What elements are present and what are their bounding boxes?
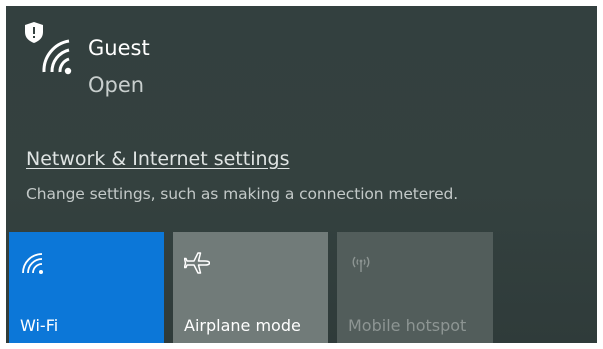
- network-settings-link[interactable]: Network & Internet settings: [26, 148, 289, 170]
- network-settings-description: Change settings, such as making a connec…: [26, 185, 459, 203]
- airplane-tile-label: Airplane mode: [184, 316, 301, 335]
- wifi-toggle-tile[interactable]: Wi-Fi: [9, 232, 164, 343]
- airplane-icon: [183, 250, 211, 276]
- network-flyout: Guest Open Network & Internet settings C…: [6, 6, 597, 343]
- network-status: Open: [88, 73, 145, 97]
- network-name: Guest: [88, 36, 150, 60]
- hotspot-tile-label: Mobile hotspot: [348, 316, 467, 335]
- network-entry[interactable]: Guest Open: [22, 18, 322, 108]
- mobile-hotspot-tile[interactable]: Mobile hotspot: [337, 232, 493, 343]
- airplane-mode-tile[interactable]: Airplane mode: [173, 232, 328, 343]
- hotspot-icon: [348, 250, 374, 276]
- wifi-tile-label: Wi-Fi: [20, 316, 59, 335]
- wifi-icon: [20, 250, 46, 276]
- wifi-shield-warning-icon: [22, 20, 72, 76]
